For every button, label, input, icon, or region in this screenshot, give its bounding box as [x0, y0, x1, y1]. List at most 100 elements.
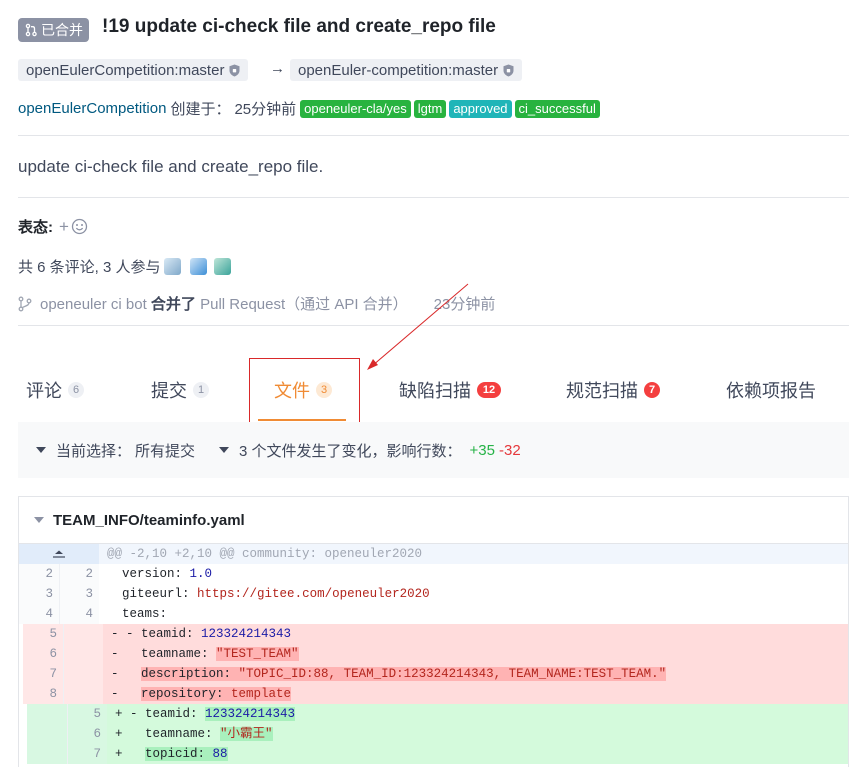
- avatar[interactable]: [213, 258, 231, 275]
- diff-body: @@ -2,10 +2,10 @@ community: openeuler20…: [19, 544, 848, 764]
- reactions-label: 表态:: [18, 219, 53, 236]
- annotation-box: [249, 358, 360, 428]
- label-ci-successful[interactable]: ci_successful: [514, 99, 600, 118]
- yaml-key: teamid: [145, 707, 191, 721]
- hunk-header: @@ -2,10 +2,10 @@ community: openeuler20…: [99, 544, 848, 564]
- old-line-number[interactable]: 5: [23, 624, 63, 644]
- divider: [18, 135, 849, 136]
- old-line-number[interactable]: [27, 744, 67, 764]
- diff-line: 5 - - teamid: 123324214343: [23, 624, 848, 644]
- old-line-number[interactable]: [27, 704, 67, 724]
- diff-sign: -: [111, 647, 142, 661]
- yaml-value: "TEST_TEAM": [216, 647, 299, 661]
- diff-filter-bar: 当前选择： 所有提交 3 个文件发生了变化，影响行数： +35 -32: [18, 422, 849, 478]
- caret-down-icon: [219, 447, 230, 453]
- new-line-number[interactable]: [63, 664, 103, 684]
- new-line-number[interactable]: [63, 644, 103, 664]
- participants-row: 共 6 条评论, 3 人参与: [18, 256, 231, 277]
- diff-line: 8 - repository: template: [23, 684, 848, 704]
- yaml-value: 123324214343: [201, 627, 292, 641]
- defect-scan-count: 12: [477, 382, 501, 398]
- tab-comments[interactable]: 评论 6: [26, 377, 84, 403]
- code-line: version: 1.0: [99, 564, 848, 584]
- divider: [18, 197, 849, 198]
- deletions-count: -32: [499, 441, 521, 459]
- git-branch-icon: [18, 296, 32, 311]
- code-line: - - teamid: 123324214343: [103, 624, 848, 644]
- shield-icon: [503, 64, 514, 76]
- source-branch-label: openEulerCompetition:master: [26, 61, 225, 79]
- old-line-number[interactable]: 4: [19, 604, 59, 624]
- old-line-number[interactable]: 2: [19, 564, 59, 584]
- merge-user[interactable]: openeuler ci bot: [40, 296, 147, 313]
- changes-summary[interactable]: 3 个文件发生了变化，影响行数： +35 -32: [209, 440, 521, 461]
- merge-action: 合并了: [150, 296, 196, 313]
- diff-sign: +: [115, 747, 146, 761]
- smiley-icon: [71, 218, 88, 235]
- code-line: + teamname: "小霸王": [107, 724, 848, 744]
- yaml-key: version: [122, 567, 175, 581]
- yaml-key: teamname: [141, 647, 202, 661]
- tab-dependency-report[interactable]: 依赖项报告: [726, 377, 816, 403]
- author-link[interactable]: openEulerCompetition: [18, 100, 166, 117]
- expand-up-icon: [53, 550, 65, 558]
- old-line-number[interactable]: 8: [23, 684, 63, 704]
- file-diff-panel: TEAM_INFO/teaminfo.yaml @@ -2,10 +2,10 @…: [18, 496, 849, 767]
- code-line: - description: "TOPIC_ID:88, TEAM_ID:123…: [103, 664, 848, 684]
- additions-count: +35: [469, 441, 495, 459]
- file-header[interactable]: TEAM_INFO/teaminfo.yaml: [19, 497, 848, 544]
- participants-text: 共 6 条评论, 3 人参与: [18, 259, 161, 276]
- yaml-value: template: [231, 687, 292, 701]
- old-line-number[interactable]: 3: [19, 584, 59, 604]
- yaml-value: "TOPIC_ID:88, TEAM_ID:123324214343, TEAM…: [238, 667, 667, 681]
- code-line: - repository: template: [103, 684, 848, 704]
- diff-sign: [107, 607, 122, 621]
- new-line-number[interactable]: 2: [59, 564, 99, 584]
- yaml-value: 123324214343: [205, 707, 296, 721]
- code-line: - teamname: "TEST_TEAM": [103, 644, 848, 664]
- pr-tabs: 评论 6 提交 1 文件 3 缺陷扫描 12 规范扫描 7 依赖项报告: [0, 377, 849, 413]
- diff-sign: -: [111, 667, 142, 681]
- source-branch-tag[interactable]: openEulerCompetition:master: [18, 59, 249, 81]
- yaml-key: teams: [122, 607, 160, 621]
- created-time: 25分钟前: [234, 101, 297, 118]
- tab-commits[interactable]: 提交 1: [151, 377, 209, 403]
- diff-sign: [107, 587, 122, 601]
- new-line-number[interactable]: 6: [67, 724, 107, 744]
- avatar[interactable]: [163, 258, 181, 275]
- label-approved[interactable]: approved: [449, 99, 512, 118]
- expand-up-button[interactable]: [19, 544, 99, 564]
- yaml-key: giteeurl: [122, 587, 183, 601]
- old-line-number[interactable]: 7: [23, 664, 63, 684]
- yaml-value: "小霸王": [220, 727, 273, 741]
- commit-selector[interactable]: 当前选择： 所有提交: [18, 440, 195, 461]
- new-line-number[interactable]: [63, 684, 103, 704]
- yaml-key: teamname: [145, 727, 206, 741]
- caret-down-icon: [34, 517, 44, 523]
- new-line-number[interactable]: 4: [59, 604, 99, 624]
- diff-sign: [107, 567, 122, 581]
- old-line-number[interactable]: 6: [23, 644, 63, 664]
- tab-style-scan[interactable]: 规范扫描 7: [566, 377, 660, 403]
- add-reaction-button[interactable]: +: [59, 217, 88, 237]
- target-branch-label: openEuler-competition:master: [298, 61, 499, 79]
- diff-line: 33 giteeurl: https://gitee.com/openeuler…: [19, 584, 848, 604]
- new-line-number[interactable]: 5: [67, 704, 107, 724]
- diff-line: 22 version: 1.0: [19, 564, 848, 584]
- hunk-header-row: @@ -2,10 +2,10 @@ community: openeuler20…: [19, 544, 848, 564]
- diff-sign: + -: [115, 707, 146, 721]
- new-line-number[interactable]: 7: [67, 744, 107, 764]
- label-lgtm[interactable]: lgtm: [413, 99, 447, 118]
- yaml-value: 1.0: [189, 567, 213, 581]
- diff-line: 7 + topicid: 88: [27, 744, 848, 764]
- diff-sign: -: [111, 687, 142, 701]
- new-line-number[interactable]: [63, 624, 103, 644]
- avatar[interactable]: [189, 258, 207, 275]
- target-branch-tag[interactable]: openEuler-competition:master: [290, 59, 523, 81]
- comments-count: 6: [68, 382, 84, 398]
- label-cla[interactable]: openeuler-cla/yes: [300, 99, 411, 118]
- new-line-number[interactable]: 3: [59, 584, 99, 604]
- old-line-number[interactable]: [27, 724, 67, 744]
- pr-title: !19 update ci-check file and create_repo…: [102, 16, 496, 37]
- tab-defect-scan[interactable]: 缺陷扫描 12: [399, 377, 501, 403]
